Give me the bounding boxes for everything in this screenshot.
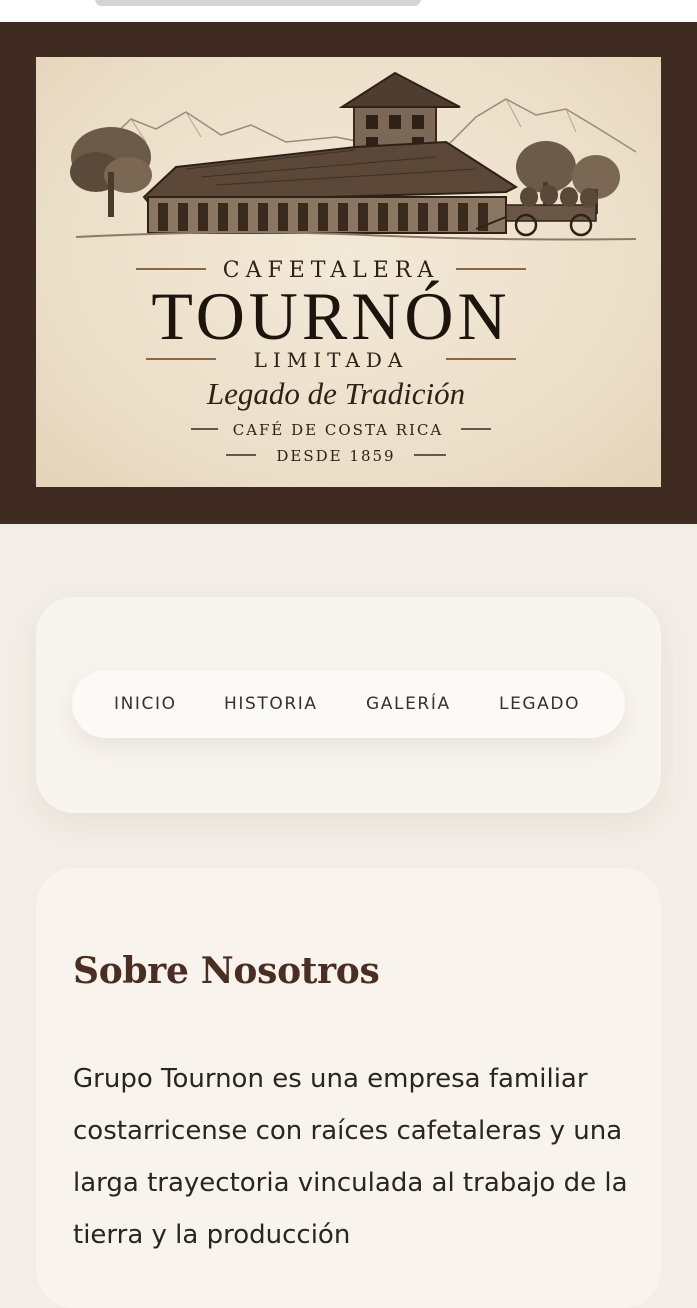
navigation-card: INICIO HISTORIA GALERÍA LEGADO: [36, 597, 661, 813]
company-logo: CAFETALERA TOURNÓN LIMITADA Legado de Tr…: [36, 57, 661, 487]
browser-top-bar: [0, 0, 697, 22]
hero-banner: CAFETALERA TOURNÓN LIMITADA Legado de Tr…: [0, 22, 697, 524]
logo-text-name: TOURNÓN: [151, 278, 510, 354]
nav-link-legado[interactable]: LEGADO: [499, 670, 580, 738]
logo-origin: CAFÉ DE COSTA RICA: [233, 421, 444, 439]
nav-link-historia[interactable]: HISTORIA: [224, 670, 318, 738]
logo-tagline: Legado de Tradición: [206, 376, 465, 411]
estate-illustration: CAFETALERA TOURNÓN LIMITADA Legado de Tr…: [70, 71, 637, 465]
nav-link-galeria[interactable]: GALERÍA: [366, 670, 451, 738]
nav-link-inicio[interactable]: INICIO: [114, 670, 177, 738]
address-bar[interactable]: [95, 0, 421, 6]
about-section: Sobre Nosotros Grupo Tournon es una empr…: [36, 868, 661, 1308]
logo-since: DESDE 1859: [276, 447, 395, 465]
about-title: Sobre Nosotros: [73, 950, 380, 992]
logo-text-limitada: LIMITADA: [254, 348, 409, 372]
about-paragraph: Grupo Tournon es una empresa familiar co…: [73, 1064, 628, 1250]
main-nav: INICIO HISTORIA GALERÍA LEGADO: [72, 670, 625, 738]
